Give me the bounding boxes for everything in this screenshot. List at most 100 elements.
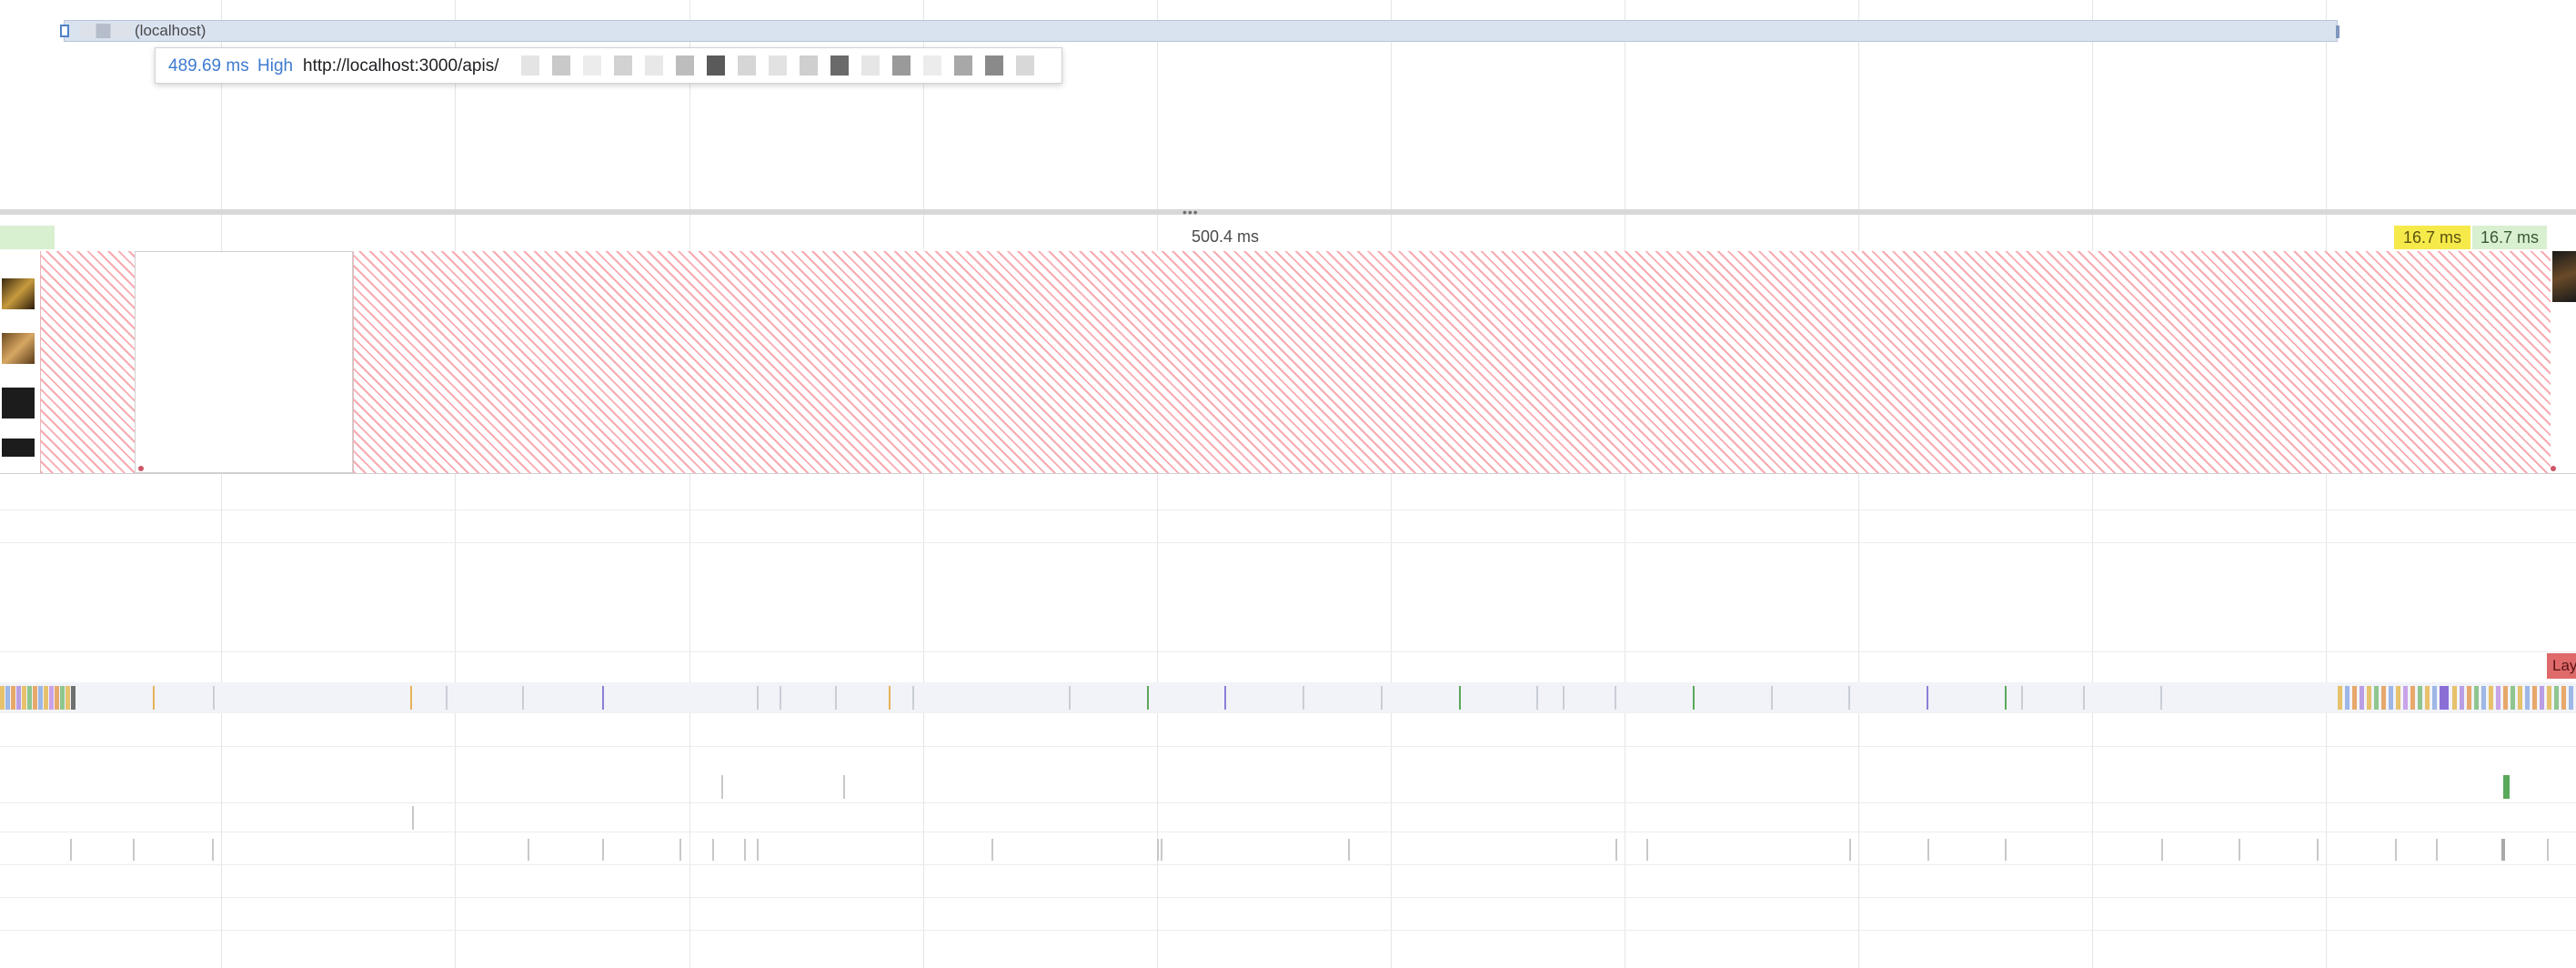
event-mark[interactable] <box>70 839 72 861</box>
row-separator <box>0 930 2576 931</box>
event-mark[interactable] <box>1849 839 1851 861</box>
event-mark[interactable] <box>2501 839 2505 861</box>
event-mark[interactable] <box>412 806 414 830</box>
activity-event[interactable] <box>780 686 781 710</box>
screenshot-thumbnail[interactable] <box>2 439 35 457</box>
activity-event[interactable] <box>2005 686 2007 710</box>
event-mark[interactable] <box>2395 839 2397 861</box>
event-mark-green[interactable] <box>2503 775 2510 799</box>
grid-line <box>689 0 690 968</box>
activity-event[interactable] <box>1771 686 1773 710</box>
activity-event[interactable] <box>213 686 215 710</box>
partial-frame-badge[interactable]: 16.7 ms <box>2394 226 2470 249</box>
activity-event[interactable] <box>1536 686 1538 710</box>
panel-splitter[interactable] <box>0 209 2576 215</box>
activity-event[interactable] <box>602 686 604 710</box>
tooltip-duration: 489.69 ms <box>168 56 249 76</box>
activity-event[interactable] <box>2160 686 2162 710</box>
event-mark[interactable] <box>1615 839 1617 861</box>
event-mark[interactable] <box>528 839 529 861</box>
grid-line <box>221 0 222 968</box>
frames-track-border <box>0 473 2576 474</box>
activity-event[interactable] <box>2021 686 2023 710</box>
grid-line <box>1391 0 1392 968</box>
event-mark[interactable] <box>721 775 723 799</box>
activity-event[interactable] <box>446 686 448 710</box>
event-mark[interactable] <box>1157 839 1159 861</box>
activity-event[interactable] <box>1303 686 1304 710</box>
event-mark[interactable] <box>2161 839 2163 861</box>
layout-shift-label[interactable]: Lay <box>2547 653 2576 679</box>
request-label: (localhost) <box>135 22 206 39</box>
dropped-frame[interactable] <box>353 251 2551 473</box>
activity-event[interactable] <box>1848 686 1850 710</box>
activity-event[interactable] <box>410 686 412 710</box>
screenshot-thumbnails <box>0 251 41 473</box>
event-mark[interactable] <box>2547 839 2549 861</box>
event-mark[interactable] <box>602 839 604 861</box>
network-request-bar[interactable] <box>64 20 2338 42</box>
activity-event[interactable] <box>1459 686 1461 710</box>
activity-event[interactable] <box>1615 686 1616 710</box>
event-mark[interactable] <box>1646 839 1648 861</box>
activity-event[interactable] <box>912 686 914 710</box>
event-mark[interactable] <box>212 839 214 861</box>
grid-line <box>2326 0 2327 968</box>
row-separator <box>0 897 2576 898</box>
event-mark[interactable] <box>133 839 135 861</box>
event-mark[interactable] <box>843 775 845 799</box>
row-separator <box>0 651 2576 652</box>
event-mark[interactable] <box>679 839 681 861</box>
request-tooltip: 489.69 ms High http://localhost:3000/api… <box>155 47 1062 84</box>
activity-event[interactable] <box>1927 686 1928 710</box>
activity-event[interactable] <box>835 686 837 710</box>
activity-event[interactable] <box>1224 686 1226 710</box>
dropped-frame[interactable] <box>40 251 135 473</box>
frame-marker <box>2551 466 2556 471</box>
activity-event[interactable] <box>1693 686 1695 710</box>
row-separator <box>0 746 2576 747</box>
event-mark[interactable] <box>2317 839 2319 861</box>
activity-cluster <box>2338 686 2576 710</box>
grid-line <box>923 0 924 968</box>
frame-duration-label: 500.4 ms <box>1192 227 1260 246</box>
activity-event[interactable] <box>522 686 524 710</box>
event-mark[interactable] <box>2005 839 2007 861</box>
screenshot-thumbnail[interactable] <box>2 333 35 364</box>
row-separator <box>0 802 2576 803</box>
event-mark[interactable] <box>712 839 714 861</box>
event-mark[interactable] <box>1348 839 1350 861</box>
frame-idle[interactable] <box>135 251 353 473</box>
event-mark[interactable] <box>744 839 746 861</box>
redacted-url-path <box>521 53 1058 78</box>
activity-event[interactable] <box>2083 686 2085 710</box>
event-mark[interactable] <box>2239 839 2240 861</box>
activity-cluster <box>0 686 75 710</box>
frame-header-green <box>0 226 55 249</box>
activity-event[interactable] <box>153 686 155 710</box>
main-thread-activity[interactable] <box>0 682 2576 713</box>
drag-grip-icon[interactable]: ••• <box>1182 206 1199 218</box>
row-separator <box>0 542 2576 543</box>
request-end-marker <box>2336 25 2340 38</box>
screenshot-thumbnail[interactable] <box>2 388 35 418</box>
grid-line <box>2092 0 2093 968</box>
row-separator <box>0 864 2576 865</box>
event-mark[interactable] <box>1927 839 1929 861</box>
redacted-request-name <box>80 24 133 38</box>
event-mark[interactable] <box>991 839 993 861</box>
activity-event[interactable] <box>1069 686 1071 710</box>
frame-badge[interactable]: 16.7 ms <box>2472 226 2547 249</box>
event-mark[interactable] <box>2436 839 2438 861</box>
activity-event[interactable] <box>1563 686 1565 710</box>
activity-event[interactable] <box>1381 686 1383 710</box>
event-mark[interactable] <box>757 839 759 861</box>
activity-event[interactable] <box>1147 686 1149 710</box>
frame-marker <box>138 466 144 471</box>
grid-line <box>1858 0 1859 968</box>
event-mark[interactable] <box>1161 839 1162 861</box>
screenshot-thumbnail[interactable] <box>2 278 35 309</box>
activity-event[interactable] <box>889 686 891 710</box>
grid-line <box>1157 0 1158 968</box>
activity-event[interactable] <box>757 686 759 710</box>
